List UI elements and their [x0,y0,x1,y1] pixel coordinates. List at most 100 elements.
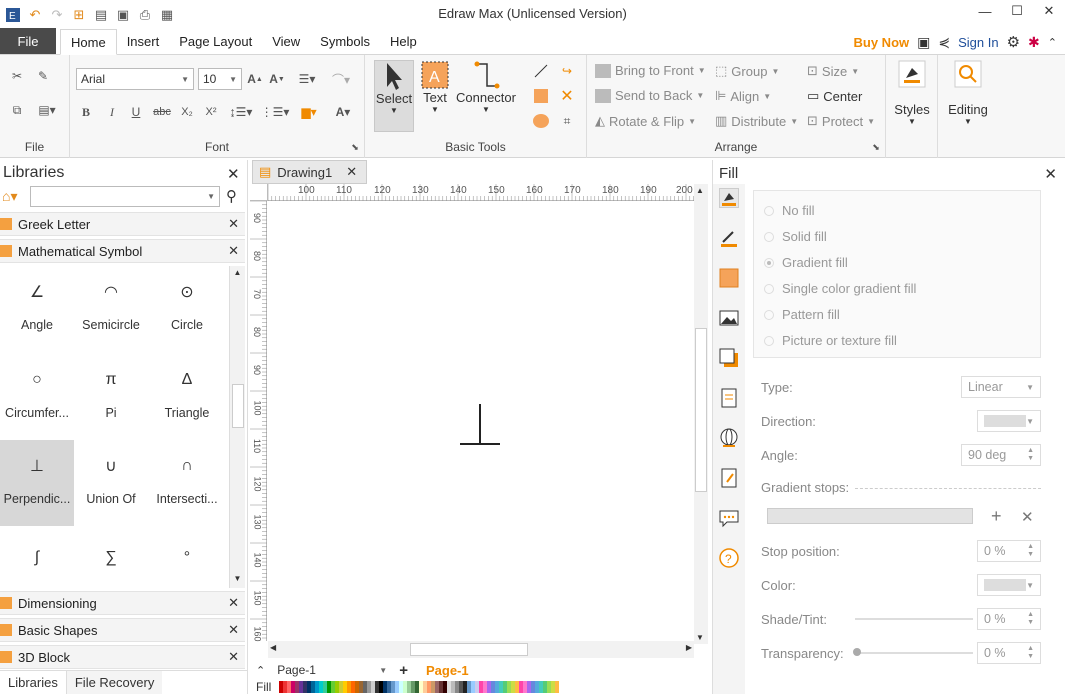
theme-icon[interactable]: ✱ [1028,34,1040,51]
print-icon[interactable]: ⎙ [136,6,154,24]
page-bar-collapse-icon[interactable]: ⌃ [256,664,265,677]
close-library-icon[interactable]: ✕ [228,622,239,638]
align-text-icon[interactable]: ☰▾ [294,70,320,88]
perpendicular-shape[interactable] [268,201,694,641]
cut-icon[interactable]: ✂ [8,67,26,85]
bullets-icon[interactable]: ⋮☰▾ [261,103,290,121]
fill-option-pattern[interactable]: Pattern fill [764,307,840,322]
help-icon[interactable]: ? [719,548,739,568]
font-color-icon[interactable]: A▾ [330,103,356,121]
shadow-icon[interactable] [719,348,739,368]
library-greek-letter[interactable]: Greek Letter ✕ [0,212,245,236]
home-icon[interactable]: ⌂▾ [2,188,17,205]
cart-icon[interactable]: ▣ [917,34,930,51]
select-button[interactable]: Select ▼ [374,60,414,132]
arrange-dialog-launcher-icon[interactable]: ⬊ [871,142,881,152]
fill-option-picture[interactable]: Picture or texture fill [764,333,897,348]
library-mathematical-symbol[interactable]: Mathematical Symbol ✕ [0,239,245,263]
bring-to-front-button[interactable]: Bring to Front ▼ [595,63,706,78]
scroll-up-icon[interactable]: ▲ [231,268,244,280]
tab-libraries[interactable]: Libraries [0,671,67,694]
maximize-icon[interactable]: ☐ [1001,0,1033,22]
minimize-icon[interactable]: — [969,0,1001,22]
bold-icon[interactable]: B [78,103,94,121]
color-swatches[interactable] [279,681,560,693]
format-painter-icon[interactable]: ✎ [34,67,52,85]
scroll-thumb[interactable] [232,384,244,428]
sign-in-link[interactable]: Sign In [958,35,998,50]
fill-option-gradient[interactable]: Gradient fill [764,255,848,270]
buy-now-link[interactable]: Buy Now [854,35,910,50]
underline-icon[interactable]: U [128,103,144,121]
font-name-select[interactable]: Arial ▼ [76,68,194,90]
subscript-icon[interactable]: X₂ [178,103,196,121]
rectangle-tool-icon[interactable] [532,87,550,105]
close-library-icon[interactable]: ✕ [228,595,239,611]
editing-button[interactable]: Editing ▼ [946,60,990,126]
line-style-icon[interactable] [719,228,739,248]
symbol-intersection[interactable]: ∩ Intersecti... [150,440,224,526]
symbol-circle[interactable]: ⊙ Circle [150,266,224,352]
group-button[interactable]: ⬚ Group ▼ [715,63,779,79]
undo-icon[interactable]: ↶ [26,6,44,24]
fill-option-solid[interactable]: Solid fill [764,229,827,244]
image-icon[interactable] [719,308,739,328]
rotate-flip-button[interactable]: ◭ Rotate & Flip ▼ [595,113,696,129]
globe-icon[interactable] [719,428,739,448]
transparency-slider[interactable] [855,652,973,654]
ellipse-tool-icon[interactable] [532,112,550,130]
canvas-vertical-scrollbar[interactable]: ▲ ▼ [694,184,708,644]
styles-button[interactable]: Styles ▼ [892,60,932,126]
arc-tool-icon[interactable]: ↪ [558,62,576,80]
remove-stop-icon[interactable]: ✕ [1021,508,1034,526]
symbol-perpendicular[interactable]: ⊥ Perpendic... [0,440,74,526]
strikethrough-icon[interactable]: abc [152,103,172,121]
align-button[interactable]: ⊫ Align ▼ [715,88,771,104]
direction-select[interactable]: ▼ [977,410,1041,432]
shade-slider[interactable] [855,618,973,620]
tab-view[interactable]: View [262,29,310,54]
cross-tool-icon[interactable]: ✕ [558,87,576,105]
page-tab[interactable]: Page-1 [426,663,469,678]
tab-symbols[interactable]: Symbols [310,29,380,54]
symbol-union[interactable]: ∪ Union Of [74,440,148,526]
open-icon[interactable]: ▤ [92,6,110,24]
shape-style-icon[interactable] [719,268,739,288]
paste-icon[interactable]: ▤▾ [34,101,60,119]
library-basic-shapes[interactable]: Basic Shapes ✕ [0,618,245,642]
highlight-icon[interactable]: ▆▾ [296,103,322,121]
note-icon[interactable] [719,468,739,488]
close-library-icon[interactable]: ✕ [228,216,239,232]
grow-font-icon[interactable]: A ▲ [246,70,264,88]
new-icon[interactable]: ⊞ [70,6,88,24]
copy-icon[interactable]: ⧉ [8,101,26,119]
gear-icon[interactable]: ⚙ [1007,33,1020,51]
italic-icon[interactable]: I [104,103,120,121]
collapse-ribbon-icon[interactable]: ⌃ [1048,36,1057,49]
transparency-input[interactable]: 0 % ▲ ▼ [977,642,1041,664]
color-swatch[interactable] [555,681,560,693]
tab-home[interactable]: Home [60,29,117,55]
scroll-left-icon[interactable]: ◀ [270,643,276,652]
fill-panel-close-icon[interactable]: ✕ [1044,165,1057,183]
file-menu[interactable]: File [0,28,56,54]
comment-icon[interactable] [719,508,739,528]
distribute-button[interactable]: ▥ Distribute ▼ [715,113,798,129]
font-dialog-launcher-icon[interactable]: ⬊ [350,142,360,152]
symbol-pi[interactable]: π Pi [74,354,148,440]
page-icon[interactable] [719,388,739,408]
center-button[interactable]: ▭ Center [807,88,862,104]
close-library-icon[interactable]: ✕ [228,649,239,665]
search-icon[interactable]: ⚲ [226,187,237,205]
drawing-canvas[interactable] [268,201,694,641]
redo-icon[interactable]: ↷ [48,6,66,24]
size-button[interactable]: ⊡ Size ▼ [807,63,859,79]
text-button[interactable]: A Text ▼ [417,60,453,114]
symbol-angle[interactable]: ∠ Angle [0,266,74,352]
font-size-select[interactable]: 10 ▼ [198,68,242,90]
text-path-icon[interactable]: ⌒▾ [326,70,356,88]
fill-option-no-fill[interactable]: No fill [764,203,815,218]
library-search-input[interactable]: ▼ [30,186,220,207]
tab-help[interactable]: Help [380,29,427,54]
crop-tool-icon[interactable]: ⌗ [558,112,576,130]
